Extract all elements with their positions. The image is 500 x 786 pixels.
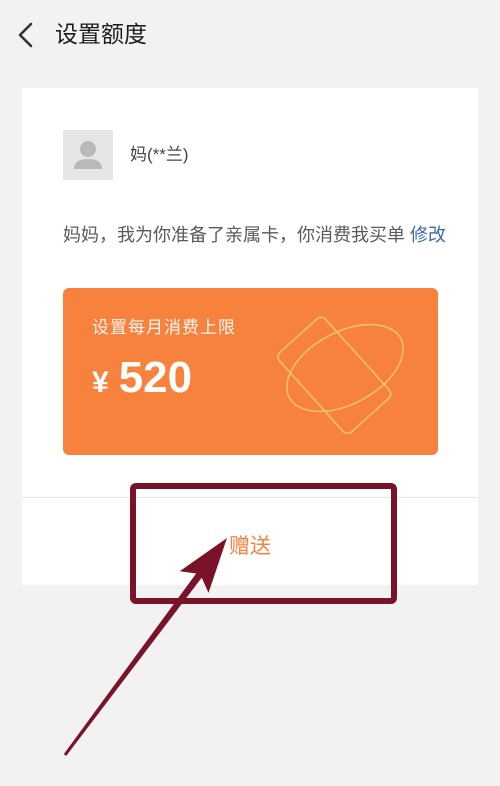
app-screen: 设置额度 妈(**兰) 妈妈，我为你准备了亲属卡，你消费我买单 修改 设置每月消费…: [0, 0, 500, 786]
avatar: [63, 130, 113, 180]
default-person-avatar-icon: [74, 141, 102, 169]
currency-symbol: ¥: [92, 366, 109, 399]
limit-amount-value: 520: [118, 353, 193, 402]
gift-message: 妈妈，我为你准备了亲属卡，你消费我买单 修改: [63, 224, 446, 246]
family-card-panel: 妈(**兰) 妈妈，我为你准备了亲属卡，你消费我买单 修改 设置每月消费上限 ¥ …: [22, 88, 478, 585]
gift-button[interactable]: 赠送: [22, 498, 478, 585]
chevron-left-icon: [18, 22, 33, 48]
page-title: 设置额度: [55, 21, 147, 47]
top-bar: 设置额度: [0, 0, 500, 68]
back-button[interactable]: [14, 20, 38, 50]
annotation-arrow-shaft: [63, 569, 205, 756]
limit-label: 设置每月消费上限: [92, 318, 236, 337]
edit-message-link[interactable]: 修改: [410, 225, 446, 245]
gift-message-text: 妈妈，我为你准备了亲属卡，你消费我买单: [63, 225, 405, 245]
monthly-limit-card[interactable]: 设置每月消费上限 ¥ 520: [63, 288, 438, 455]
limit-amount: ¥ 520: [92, 356, 192, 405]
recipient-name: 妈(**兰): [130, 145, 189, 164]
